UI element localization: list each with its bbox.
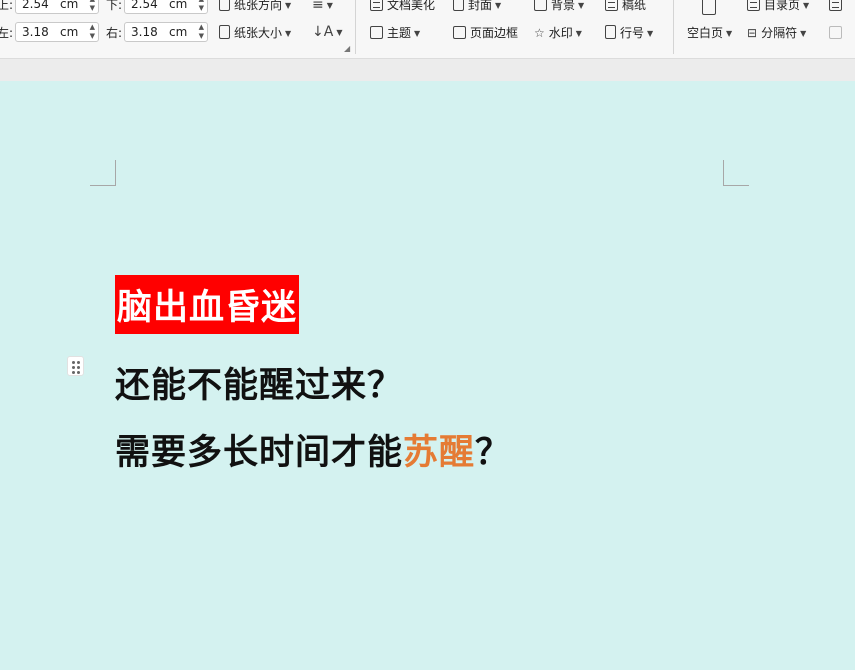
separator-icon: ⊟ — [747, 26, 758, 40]
orientation-button[interactable]: 纸张方向 ▼ — [219, 0, 291, 14]
group-divider — [673, 0, 674, 54]
paragraph-drag-handle-icon[interactable] — [67, 356, 84, 376]
chevron-down-icon: ▼ — [326, 1, 333, 10]
toc-page-button[interactable]: 目录页 ▼ — [747, 0, 809, 14]
theme-button[interactable]: 主题 ▼ — [370, 25, 420, 42]
line-number-label: 行号 — [620, 26, 645, 40]
title-line-3-prefix: 需要多长时间才能 — [115, 432, 404, 473]
page-border-icon — [453, 26, 466, 39]
watermark-icon: ☆ — [534, 26, 545, 40]
background-icon — [534, 0, 547, 11]
background-label: 背景 — [551, 0, 576, 12]
title-line-1[interactable]: 脑出血昏迷 — [115, 275, 300, 334]
text-direction-icon: ↓A — [312, 24, 334, 40]
beautify-icon — [370, 0, 383, 11]
separator-button[interactable]: ⊟ 分隔符 ▼ — [747, 25, 806, 42]
chevron-down-icon: ▼ — [578, 1, 585, 10]
manuscript-button[interactable]: 稿纸 — [605, 0, 646, 13]
disabled-tool-icon — [829, 25, 846, 41]
margin-right-stepper-icon[interactable]: ▲ ▼ — [199, 23, 204, 41]
chevron-down-icon: ▼ — [495, 1, 502, 10]
title-line-3-suffix: ？ — [475, 432, 512, 473]
beautify-label: 文档美化 — [387, 0, 436, 12]
margin-right-input[interactable]: 3.18 cm ▲ ▼ — [124, 22, 208, 42]
columns-button[interactable]: ≡ ▼ — [312, 0, 333, 14]
page-setup-launcher-icon[interactable]: ◢ — [344, 44, 350, 53]
chapter-icon[interactable] — [829, 0, 846, 13]
chevron-down-icon: ▼ — [336, 28, 343, 37]
title-line-2[interactable]: 还能不能醒过来？ — [115, 357, 403, 408]
chevron-down-icon: ▼ — [803, 1, 810, 10]
margin-top-value: 2.54 — [22, 0, 49, 11]
crop-mark-top-left — [90, 160, 116, 186]
blank-page-icon[interactable] — [702, 0, 720, 17]
highlighted-title-text: 脑出血昏迷 — [115, 275, 300, 334]
cover-icon — [453, 0, 464, 11]
theme-label: 主题 — [387, 26, 412, 40]
columns-icon: ≡ — [312, 0, 324, 13]
toc-page-label: 目录页 — [764, 0, 801, 12]
ribbon-toolbar: 上: 2.54 cm ▲▼ 下: 2.54 cm ▲▼ 左: 3.18 cm ▲… — [0, 0, 855, 58]
margin-top-stepper-icon[interactable]: ▲▼ — [90, 0, 95, 13]
margin-bottom-unit: cm — [169, 0, 188, 11]
margin-right-label: 右: — [106, 26, 123, 40]
margin-top-unit: cm — [60, 0, 79, 11]
margin-bottom-input[interactable]: 2.54 cm ▲▼ — [124, 0, 208, 14]
beautify-button[interactable]: 文档美化 — [370, 0, 435, 13]
ruler-strip — [0, 58, 855, 82]
margin-right-value: 3.18 — [131, 25, 158, 39]
text-direction-button[interactable]: ↓A ▼ — [312, 24, 342, 41]
chevron-down-icon: ▼ — [285, 1, 292, 10]
manuscript-icon — [605, 0, 618, 11]
manuscript-label: 稿纸 — [622, 0, 647, 12]
toc-page-icon — [747, 0, 760, 11]
margin-left-input[interactable]: 3.18 cm ▲ ▼ — [15, 22, 99, 42]
cover-label: 封面 — [468, 0, 493, 12]
blank-page-button[interactable]: 空白页 ▼ — [687, 25, 732, 42]
paper-size-label: 纸张大小 — [234, 26, 283, 40]
margin-left-stepper-icon[interactable]: ▲ ▼ — [90, 23, 95, 41]
margin-left-value: 3.18 — [22, 25, 49, 39]
page-border-label: 页面边框 — [470, 26, 519, 40]
blank-page-label: 空白页 — [687, 26, 724, 40]
background-button[interactable]: 背景 ▼ — [534, 0, 584, 14]
margin-bottom-label: 下: — [106, 0, 123, 12]
group-divider — [355, 0, 356, 54]
watermark-button[interactable]: ☆ 水印 ▼ — [534, 25, 582, 42]
watermark-label: 水印 — [548, 26, 573, 40]
margin-left-label: 左: — [0, 26, 14, 40]
paper-size-icon — [219, 25, 230, 39]
page-border-button[interactable]: 页面边框 — [453, 25, 518, 41]
margin-left-unit: cm — [60, 25, 79, 39]
theme-icon — [370, 26, 383, 39]
margin-top-label: 上: — [0, 0, 14, 12]
paper-size-button[interactable]: 纸张大小 ▼ — [219, 25, 291, 42]
orientation-label: 纸张方向 — [234, 0, 283, 12]
chevron-down-icon: ▼ — [800, 29, 807, 38]
chevron-down-icon: ▼ — [647, 29, 654, 38]
margin-bottom-value: 2.54 — [131, 0, 158, 11]
accent-text: 苏醒 — [403, 432, 476, 473]
title-line-3[interactable]: 需要多长时间才能苏醒？ — [115, 424, 511, 475]
crop-mark-top-right — [723, 160, 749, 186]
line-number-icon — [605, 25, 616, 39]
chevron-down-icon: ▼ — [575, 29, 582, 38]
margin-right-unit: cm — [169, 25, 188, 39]
chevron-down-icon: ▼ — [726, 29, 733, 38]
document-page[interactable]: 脑出血昏迷 还能不能醒过来？ 需要多长时间才能苏醒？ — [0, 81, 855, 670]
cover-button[interactable]: 封面 ▼ — [453, 0, 501, 14]
line-number-button[interactable]: 行号 ▼ — [605, 25, 653, 42]
margin-bottom-stepper-icon[interactable]: ▲▼ — [199, 0, 204, 13]
margin-top-input[interactable]: 2.54 cm ▲▼ — [15, 0, 99, 14]
page-orientation-icon — [219, 0, 230, 11]
chevron-down-icon: ▼ — [414, 29, 421, 38]
separator-label: 分隔符 — [761, 26, 798, 40]
chevron-down-icon: ▼ — [285, 29, 292, 38]
